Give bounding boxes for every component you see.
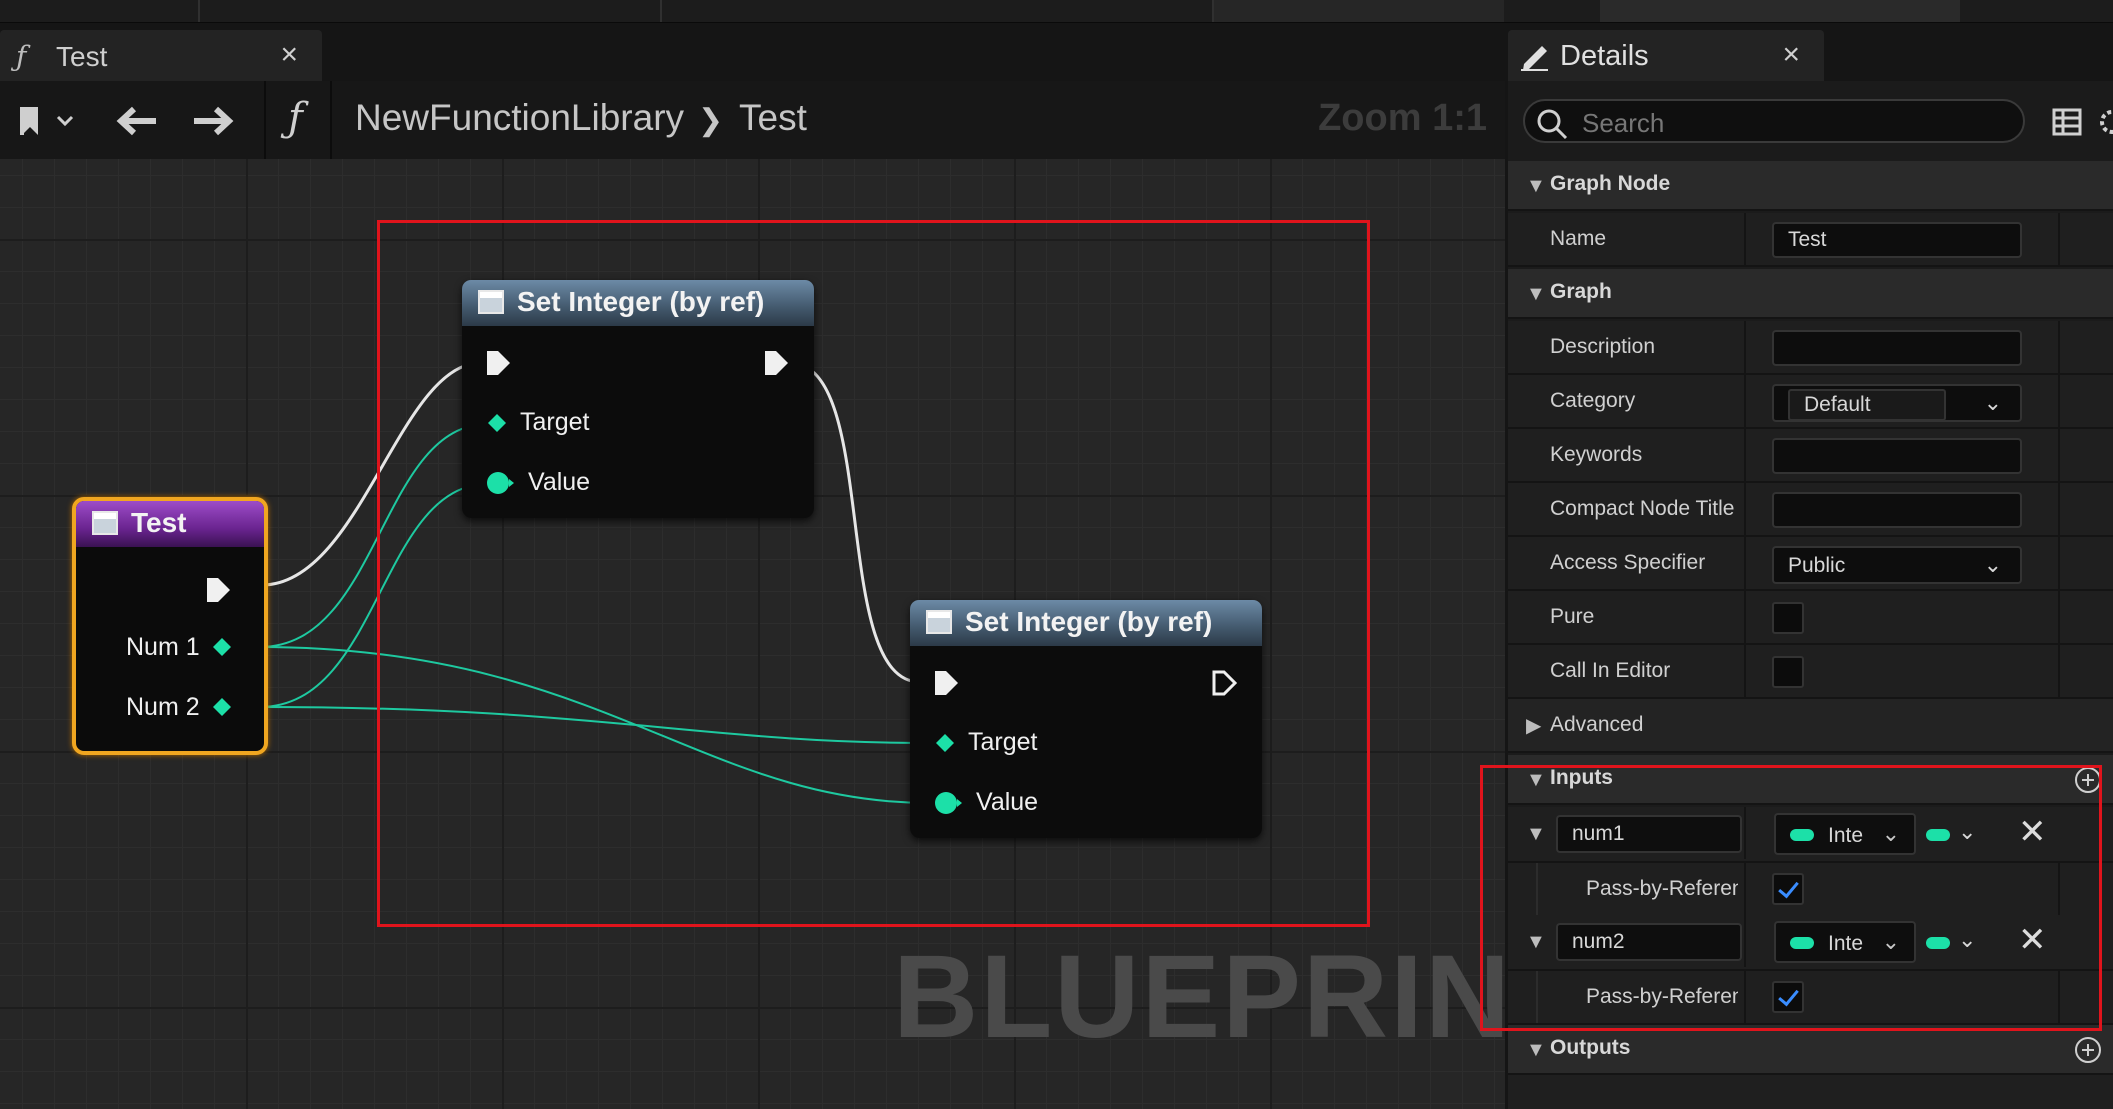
keywords-field[interactable] bbox=[1772, 438, 2022, 474]
node-title: Test bbox=[131, 507, 187, 538]
category-combo[interactable]: Default ⌄ bbox=[1772, 384, 2022, 422]
section-label: Outputs bbox=[1550, 1036, 1631, 1059]
row-label: Category bbox=[1550, 389, 1636, 412]
access-specifier-value: Public bbox=[1788, 554, 1846, 577]
expand-triangle-icon: ▼ bbox=[1526, 175, 1546, 197]
row-call-in-editor: Call In Editor bbox=[1508, 645, 2113, 699]
function-entry-node[interactable]: Test Num 1 Num 2 bbox=[72, 497, 268, 755]
row-pure: Pure bbox=[1508, 591, 2113, 645]
toolbar-segment[interactable] bbox=[1600, 0, 1960, 22]
pin-label-num1: Num 1 bbox=[126, 633, 200, 661]
exec-out-pin-icon[interactable] bbox=[762, 348, 792, 378]
row-advanced[interactable]: ▶ Advanced bbox=[1508, 699, 2113, 753]
row-label: Pure bbox=[1550, 605, 1595, 628]
expand-triangle-icon: ▼ bbox=[1526, 1039, 1546, 1061]
set-integer-node-2[interactable]: Set Integer (by ref) Target Value bbox=[910, 600, 1262, 838]
row-label: Advanced bbox=[1550, 713, 1644, 736]
name-field[interactable]: Test bbox=[1772, 222, 2022, 258]
column-divider bbox=[1744, 375, 1746, 427]
row-keywords: Keywords bbox=[1508, 429, 2113, 483]
column-divider bbox=[1744, 321, 1746, 373]
category-text-box[interactable]: Default bbox=[1788, 389, 1946, 421]
pin-label-target: Target bbox=[968, 728, 1038, 756]
function-node-icon bbox=[92, 511, 118, 535]
close-tab-icon[interactable]: × bbox=[1782, 38, 1800, 72]
pin-label-value: Value bbox=[528, 468, 591, 496]
row-label: Call In Editor bbox=[1550, 659, 1671, 682]
outputs-content bbox=[1508, 1075, 2113, 1109]
expand-triangle-icon: ▼ bbox=[1526, 283, 1546, 305]
integer-ref-pin-icon[interactable] bbox=[934, 732, 956, 754]
node-title: Set Integer (by ref) bbox=[965, 606, 1213, 637]
row-label: Name bbox=[1550, 227, 1607, 250]
exec-out-pin-icon[interactable] bbox=[204, 575, 234, 605]
row-description: Description bbox=[1508, 321, 2113, 375]
pencil-icon bbox=[1521, 46, 1548, 71]
integer-pin-icon[interactable] bbox=[211, 696, 233, 718]
function-node-icon bbox=[926, 610, 952, 634]
integer-ref-pin-icon[interactable] bbox=[486, 412, 508, 434]
column-divider bbox=[1744, 213, 1746, 265]
call-in-editor-checkbox[interactable] bbox=[1772, 656, 1804, 688]
row-label: Description bbox=[1550, 335, 1656, 358]
chevron-down-icon: ⌄ bbox=[1983, 390, 2002, 415]
row-label: Access Specifier bbox=[1550, 551, 1706, 574]
exec-in-pin-icon[interactable] bbox=[484, 348, 514, 378]
details-tab-title: Details bbox=[1560, 40, 1649, 72]
expand-triangle-right-icon: ▶ bbox=[1526, 715, 1542, 737]
description-field[interactable] bbox=[1772, 330, 2022, 366]
node-header: Test bbox=[76, 501, 264, 547]
column-divider bbox=[1744, 429, 1746, 481]
integer-pin-icon[interactable] bbox=[486, 470, 516, 496]
search-input[interactable] bbox=[1580, 107, 2004, 139]
exec-out-pin-unconnected-icon[interactable] bbox=[1210, 668, 1240, 698]
column-divider bbox=[1744, 591, 1746, 643]
node-header: Set Integer (by ref) bbox=[462, 280, 814, 326]
column-divider bbox=[2058, 321, 2060, 373]
access-specifier-dropdown[interactable]: Public ⌄ bbox=[1772, 546, 2022, 584]
search-box[interactable] bbox=[1523, 99, 2025, 143]
column-divider bbox=[2058, 213, 2060, 265]
section-graph[interactable]: ▼ Graph bbox=[1508, 269, 2113, 319]
chevron-down-icon: ⌄ bbox=[1983, 552, 2002, 577]
category-value: Default bbox=[1804, 393, 1871, 416]
add-output-icon[interactable] bbox=[2075, 1037, 2101, 1063]
column-divider bbox=[2058, 591, 2060, 643]
function-node-icon bbox=[478, 290, 504, 314]
row-label: Keywords bbox=[1550, 443, 1643, 466]
pure-checkbox[interactable] bbox=[1772, 602, 1804, 634]
compact-node-title-field[interactable] bbox=[1772, 492, 2022, 528]
section-outputs[interactable]: ▼ Outputs bbox=[1508, 1025, 2113, 1075]
section-graph-node[interactable]: ▼ Graph Node bbox=[1508, 161, 2113, 211]
row-category: Category Default ⌄ bbox=[1508, 375, 2113, 429]
section-label: Graph Node bbox=[1550, 172, 1671, 195]
node-title: Set Integer (by ref) bbox=[517, 286, 765, 317]
row-label: Compact Node Title bbox=[1550, 497, 1735, 520]
set-integer-node-1[interactable]: Set Integer (by ref) Target Value bbox=[462, 280, 814, 518]
inputs-highlight-rect bbox=[1480, 765, 2102, 1031]
column-divider bbox=[1744, 537, 1746, 589]
section-label: Graph bbox=[1550, 280, 1612, 303]
pin-label-target: Target bbox=[520, 408, 590, 436]
column-divider bbox=[1744, 645, 1746, 697]
column-divider bbox=[1744, 483, 1746, 535]
column-divider bbox=[2058, 537, 2060, 589]
row-name: Name Test bbox=[1508, 213, 2113, 267]
integer-pin-icon[interactable] bbox=[934, 790, 964, 816]
details-tab[interactable]: Details × bbox=[1508, 30, 1824, 81]
column-divider bbox=[2058, 375, 2060, 427]
settings-gear-icon[interactable] bbox=[2098, 107, 2113, 137]
integer-pin-icon[interactable] bbox=[211, 636, 233, 658]
search-icon bbox=[1537, 109, 1568, 140]
exec-in-pin-icon[interactable] bbox=[932, 668, 962, 698]
row-compact-node-title: Compact Node Title bbox=[1508, 483, 2113, 537]
table-view-icon[interactable] bbox=[2052, 107, 2082, 137]
node-header: Set Integer (by ref) bbox=[910, 600, 1262, 646]
pin-label-num2: Num 2 bbox=[126, 693, 200, 721]
column-divider bbox=[2058, 645, 2060, 697]
row-access-specifier: Access Specifier Public ⌄ bbox=[1508, 537, 2113, 591]
pin-label-value: Value bbox=[976, 788, 1039, 816]
column-divider bbox=[2058, 483, 2060, 535]
column-divider bbox=[2058, 429, 2060, 481]
